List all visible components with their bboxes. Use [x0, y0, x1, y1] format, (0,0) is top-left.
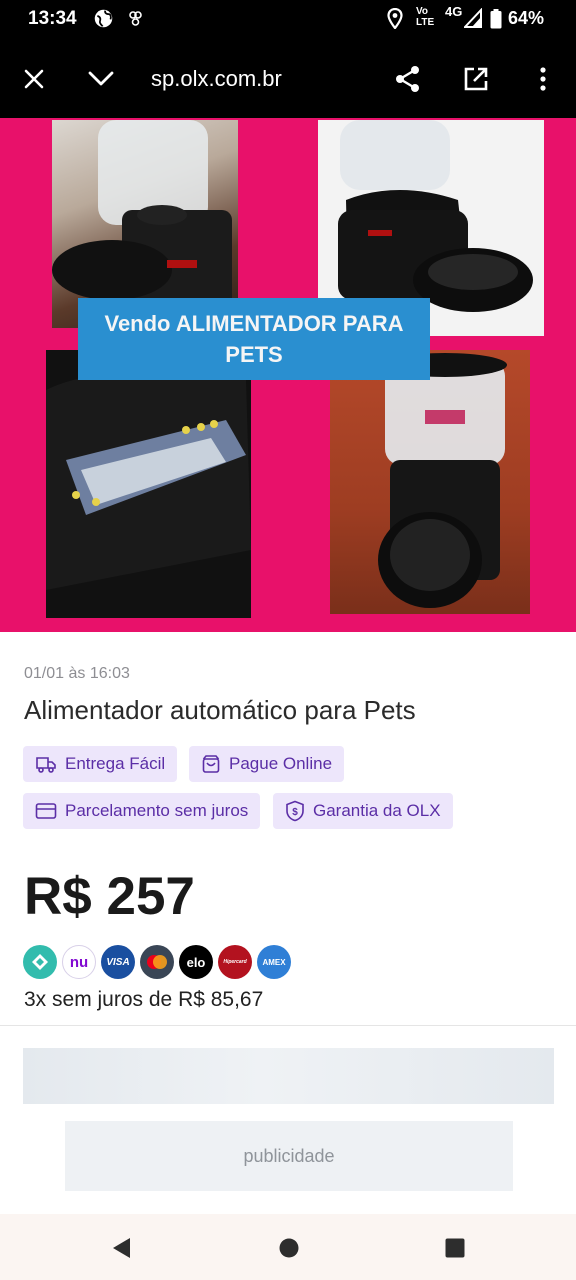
back-icon[interactable] [107, 1234, 135, 1262]
product-image[interactable]: Vendo ALIMENTADOR PARA PETS [0, 118, 576, 632]
share-icon[interactable] [391, 62, 425, 96]
chevron-down-icon[interactable] [84, 62, 118, 96]
photo-feeder-bottom-right [330, 350, 530, 614]
open-external-icon[interactable] [459, 62, 493, 96]
amex-label: AMEX [262, 957, 286, 967]
tag-label: Garantia da OLX [313, 801, 441, 820]
battery-percent: 64% [508, 8, 545, 28]
delivery-icon [36, 757, 56, 773]
battery-icon [490, 9, 502, 34]
signal-icon [462, 7, 482, 33]
hipercard-label: Hipercard [223, 959, 247, 965]
ad-slot[interactable]: publicidade [65, 1121, 513, 1191]
elo-icon: elo [179, 945, 213, 979]
visa-icon: VISA [101, 945, 135, 979]
loading-placeholder [23, 1048, 554, 1104]
listing-date: 01/01 às 16:03 [24, 665, 130, 682]
card-icon [35, 803, 57, 819]
mastercard-icon [140, 945, 174, 979]
installments-info: 3x sem juros de R$ 85,67 [24, 988, 264, 1011]
image-caption: Vendo ALIMENTADOR PARA PETS [78, 298, 430, 380]
hipercard-icon: Hipercard [218, 945, 252, 979]
bag-icon [202, 755, 220, 773]
elo-label: elo [186, 954, 206, 970]
more-vert-icon[interactable] [526, 62, 560, 96]
caption-line-2: PETS [225, 342, 283, 367]
photo-feeder-top-left [52, 120, 238, 328]
home-icon[interactable] [275, 1234, 303, 1262]
pix-icon [23, 945, 57, 979]
tag-label: Parcelamento sem juros [65, 801, 249, 820]
location-icon [387, 7, 403, 34]
amex-icon: AMEX [257, 945, 291, 979]
browser-toolbar: sp.olx.com.br [0, 40, 576, 118]
divider [0, 1025, 576, 1026]
tag-entrega-facil[interactable]: Entrega Fácil [23, 746, 178, 782]
recents-icon[interactable] [441, 1234, 469, 1262]
visa-label: VISA [106, 956, 130, 968]
caption-line-1: Vendo ALIMENTADOR PARA [104, 311, 404, 336]
tag-label: Entrega Fácil [65, 754, 166, 773]
tag-label: Pague Online [229, 754, 333, 773]
nubank-icon: nu [62, 945, 96, 979]
close-icon[interactable] [17, 62, 51, 96]
volte-icon: Vo LTE [416, 6, 435, 28]
shield-dollar-icon: $ [286, 800, 304, 822]
listing-title: Alimentador automático para Pets [24, 695, 416, 725]
status-bar: 13:34 Vo LTE 4G 64% [0, 0, 576, 40]
tag-parcelamento[interactable]: Parcelamento sem juros [23, 793, 261, 829]
url-text[interactable]: sp.olx.com.br [151, 66, 282, 92]
notification-icon [129, 11, 142, 29]
tag-garantia-olx[interactable]: $ Garantia da OLX [273, 793, 453, 829]
clock: 13:34 [28, 8, 77, 29]
svg-text:$: $ [292, 807, 298, 818]
network-type-icon: 4G [445, 4, 463, 19]
photo-feeder-control-panel [46, 350, 251, 618]
price: R$ 257 [24, 867, 195, 926]
ad-label: publicidade [243, 1145, 335, 1166]
system-nav-bar [0, 1214, 576, 1280]
globe-icon [93, 8, 114, 34]
tag-pague-online[interactable]: Pague Online [189, 746, 345, 782]
nubank-label: nu [69, 953, 89, 971]
